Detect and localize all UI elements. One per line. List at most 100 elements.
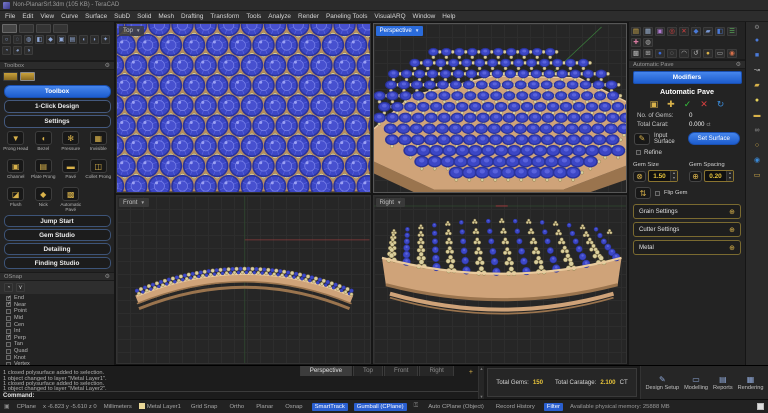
menu-item[interactable]: Transform [210,13,239,20]
strip-icon[interactable]: ● [755,97,759,105]
osnap-filter-icon[interactable]: ⋎ [16,283,25,292]
checkbox[interactable] [6,316,11,321]
tray-icon[interactable] [757,403,764,410]
menu-item[interactable]: Render [298,13,319,20]
status-toggle[interactable]: Grid Snap [188,403,221,411]
pave-action-icon[interactable]: ✓ [684,99,692,109]
gem-size-value[interactable]: 1.50 [649,171,670,181]
osnap-option[interactable]: Vertex [0,361,114,365]
viewport-tab[interactable]: Front [384,366,418,376]
viewport-perspective-label[interactable]: Perspective▼ [376,26,424,36]
strip-icon[interactable]: ■ [755,52,759,60]
menu-item[interactable]: Drafting [181,13,203,20]
expand-plus-icon[interactable]: ⊕ [729,244,735,252]
gear-icon[interactable]: ⚙ [736,61,741,68]
menu-item[interactable]: Surface [85,13,107,20]
expand-plus-icon[interactable]: ⊕ [729,208,735,216]
toolbar-icon[interactable]: ◍ [643,38,653,47]
osnap-mode-icon[interactable]: ◔ [4,283,13,292]
gear-icon[interactable]: ⚙ [105,273,110,280]
ring-tool-icon[interactable]: ✦ [101,35,110,44]
toolbar-tab-icon[interactable] [36,24,51,33]
osnap-option[interactable]: Perp [0,335,114,342]
folder-tab-icon[interactable] [3,72,18,81]
toolbar-icon[interactable]: ▦ [643,27,653,36]
toolbar-icon[interactable]: ▣ [655,27,665,36]
menu-item[interactable]: SubD [114,13,130,20]
studio-nav-button[interactable]: Finding Studio [4,257,111,269]
setting-type-button[interactable]: ▩ Automatic Pavé [57,187,85,213]
ring-tool-icon[interactable]: ▣ [57,35,66,44]
toolbar-icon[interactable]: ▤ [631,27,641,36]
console-scrollbar[interactable]: ▲▼ [478,366,484,399]
toolbar-icon[interactable]: ▭ [715,49,725,58]
toolbar-icon[interactable]: ● [655,49,665,58]
setting-type-button[interactable]: ▣ Channel [2,159,30,185]
setting-type-button[interactable]: ◫ Collet Prong [85,159,113,185]
menu-item[interactable]: View [40,13,54,20]
set-surface-button[interactable]: Set Surface [688,132,740,145]
setting-type-button[interactable]: ▤ Plate Prong [30,159,58,185]
pave-action-icon[interactable]: ✕ [700,99,708,109]
workflow-button[interactable]: ▭ Modelling [684,375,708,391]
strip-icon[interactable]: ○ [755,142,759,150]
briefcase-tab-icon[interactable] [20,72,35,81]
units-display[interactable]: Millimeters [104,404,132,410]
ring-tool-icon[interactable]: ◆ [46,35,55,44]
setting-type-button[interactable]: ◆ Nick [30,187,58,213]
viewport-top-label[interactable]: Top▼ [119,26,144,36]
toolbar-icon[interactable]: ◠ [679,49,689,58]
viewport-top[interactable]: Top▼ [116,23,371,193]
command-prompt[interactable]: Command: [3,391,478,399]
workflow-button[interactable]: ▤ Reports [713,375,733,391]
ring-tool-icon[interactable]: ◕ [13,46,22,55]
workflow-button[interactable]: ✎ Design Setup [646,375,680,391]
ring-tool-icon[interactable]: ▤ [68,35,77,44]
checkbox[interactable] [6,302,11,307]
pencil-icon[interactable]: ✎ [634,133,650,145]
osnap-option[interactable]: Int [0,328,114,335]
setting-type-button[interactable]: ▦ Invisible [85,131,113,157]
status-toggle[interactable]: Osnap [282,403,305,411]
pave-action-icon[interactable]: ↻ [717,99,725,109]
ring-tool-icon[interactable]: ◧ [35,35,44,44]
pave-action-icon[interactable]: ✚ [667,99,675,109]
toolbox-button[interactable]: Toolbox [4,85,111,98]
viewport-front[interactable]: Front▼ [116,195,371,365]
menu-item[interactable]: Analyze [268,13,291,20]
setting-type-button[interactable]: ▬ Pavé [57,159,85,185]
toolbar-icon[interactable]: ↺ [691,49,701,58]
ring-tool-icon[interactable]: ○ [2,35,11,44]
menu-item[interactable]: Edit [22,13,33,20]
strip-icon[interactable]: ▰ [754,82,759,90]
down-arrow-icon[interactable]: ▼ [671,176,677,181]
viewport-right-label[interactable]: Right▼ [376,198,406,208]
viewport-front-label[interactable]: Front▼ [119,198,149,208]
checkbox[interactable] [6,355,11,360]
refine-option[interactable]: Refine [629,146,745,158]
collapsible-section[interactable]: Grain Settings ⊕ [633,204,741,219]
gem-spacing-stepper[interactable]: 0.20 ▲▼ [704,170,734,182]
toolbar-icon[interactable]: ☰ [727,27,737,36]
down-arrow-icon[interactable]: ▼ [727,176,733,181]
checkbox[interactable] [636,150,641,155]
gem-size-stepper[interactable]: 1.50 ▲▼ [648,170,678,182]
menu-item[interactable]: Curve [61,13,78,20]
menu-item[interactable]: Solid [137,13,151,20]
toolbar-icon[interactable]: ● [703,49,713,58]
strip-icon[interactable]: ◉ [754,157,760,165]
osnap-option[interactable]: End [0,295,114,302]
modifiers-button[interactable]: Modifiers [633,71,742,84]
osnap-option[interactable]: Cen [0,321,114,328]
osnap-option[interactable]: Quad [0,348,114,355]
gear-icon[interactable]: ⚙ [754,24,759,31]
add-viewport-tab[interactable]: + [464,369,478,376]
toolbar-icon[interactable]: ⊞ [643,49,653,58]
viewport-right[interactable]: Right▼ [373,195,628,365]
ring-tool-icon[interactable]: ◗ [90,35,99,44]
lock-icon[interactable]: ⚿ [414,403,419,410]
checkbox[interactable] [655,191,660,196]
toolbar-icon[interactable]: ◧ [715,27,725,36]
studio-nav-button[interactable]: Gem Studio [4,229,111,241]
status-toggle[interactable]: SmartTrack [312,403,348,411]
